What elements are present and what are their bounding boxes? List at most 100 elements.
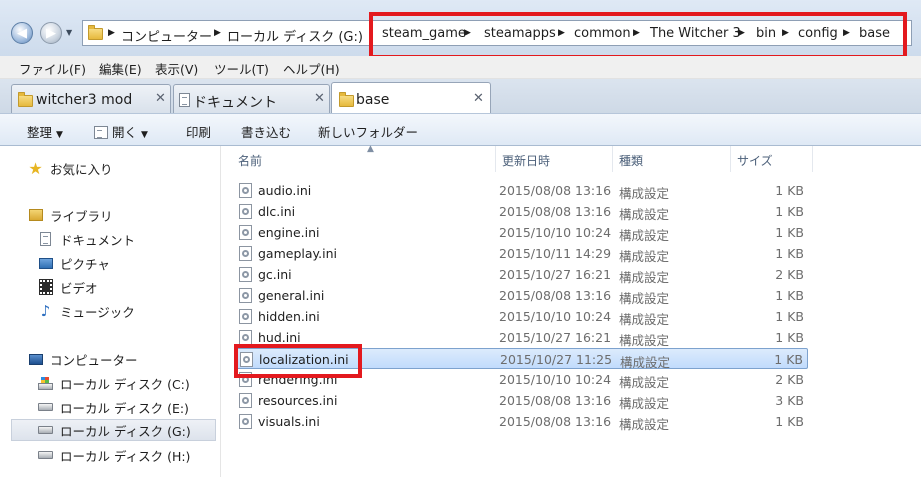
file-size: 1 KB <box>775 309 804 324</box>
breadcrumb-computer[interactable]: コンピューター <box>121 26 212 45</box>
column-header-size[interactable]: サイズ <box>731 146 813 172</box>
file-row[interactable]: hidden.ini 2015/10/10 10:24 構成設定 1 KB <box>234 306 808 327</box>
file-date: 2015/08/08 13:16 <box>499 204 612 219</box>
column-header-name[interactable]: 名前 ▲ <box>232 144 496 172</box>
nav-videos[interactable]: ビデオ <box>37 276 98 298</box>
system-drive-icon <box>37 375 54 391</box>
file-size: 1 KB <box>775 183 804 198</box>
file-date: 2015/10/27 16:21 <box>499 267 612 282</box>
tab-documents[interactable]: ドキュメント ✕ <box>173 84 330 113</box>
nav-label: ミュージック <box>60 304 135 320</box>
file-type: 構成設定 <box>619 249 670 264</box>
nav-documents[interactable]: ドキュメント <box>37 228 135 250</box>
organize-label: 整理 <box>27 125 53 140</box>
file-date: 2015/10/10 10:24 <box>499 372 612 387</box>
file-row[interactable]: audio.ini 2015/08/08 13:16 構成設定 1 KB <box>234 180 808 201</box>
column-header-type[interactable]: 種類 <box>613 146 731 172</box>
file-row[interactable]: visuals.ini 2015/08/08 13:16 構成設定 1 KB <box>234 411 808 432</box>
nav-drive-g[interactable]: ローカル ディスク (G:) <box>11 419 216 441</box>
menu-view[interactable]: 表示(V) <box>155 59 198 78</box>
file-type: 構成設定 <box>619 333 670 348</box>
new-folder-button[interactable]: 新しいフォルダー <box>318 122 418 141</box>
recent-pages-button[interactable]: ▼ <box>66 28 72 37</box>
navigation-pane: ★ お気に入り ライブラリ ドキュメント ピクチャ ビデオ ♪ ミュージック コ… <box>0 146 221 477</box>
open-icon <box>94 126 108 139</box>
config-file-icon <box>239 393 252 408</box>
file-highlight-box <box>234 344 362 378</box>
config-file-icon <box>239 309 252 324</box>
breadcrumb-drive-g[interactable]: ローカル ディスク (G:) <box>227 26 363 45</box>
arrow-left-icon: ◀ <box>17 25 27 41</box>
column-header-date[interactable]: 更新日時 <box>496 146 613 172</box>
nav-computer[interactable]: コンピューター <box>27 348 138 370</box>
video-icon <box>37 279 54 295</box>
nav-drive-c[interactable]: ローカル ディスク (C:) <box>37 372 190 394</box>
breadcrumb-separator-icon[interactable]: ▶ <box>108 28 115 38</box>
organize-button[interactable]: 整理 ▼ <box>27 122 63 141</box>
config-file-icon <box>239 330 252 345</box>
file-name: hud.ini <box>258 330 301 345</box>
nav-label: ビデオ <box>60 280 98 296</box>
file-size: 1 KB <box>775 225 804 240</box>
file-name: audio.ini <box>258 183 312 198</box>
tab-witcher3-mod[interactable]: witcher3 mod ✕ <box>11 84 171 113</box>
open-button[interactable]: 開く ▼ <box>94 122 148 141</box>
arrow-right-icon: ▶ <box>46 25 56 41</box>
menu-edit[interactable]: 編集(E) <box>99 59 142 78</box>
file-date: 2015/08/08 13:16 <box>499 393 612 408</box>
file-size: 1 KB <box>775 204 804 219</box>
file-size: 1 KB <box>775 330 804 345</box>
file-name: dlc.ini <box>258 204 296 219</box>
file-size: 3 KB <box>775 393 804 408</box>
burn-button[interactable]: 書き込む <box>241 122 291 141</box>
file-row[interactable]: dlc.ini 2015/08/08 13:16 構成設定 1 KB <box>234 201 808 222</box>
file-row[interactable]: resources.ini 2015/08/08 13:16 構成設定 3 KB <box>234 390 808 411</box>
document-icon <box>37 231 54 247</box>
file-row[interactable]: engine.ini 2015/10/10 10:24 構成設定 1 KB <box>234 222 808 243</box>
print-button[interactable]: 印刷 <box>186 122 211 141</box>
file-size: 2 KB <box>775 372 804 387</box>
config-file-icon <box>239 204 252 219</box>
menu-bar: ファイル(F) 編集(E) 表示(V) ツール(T) ヘルプ(H) <box>0 56 921 79</box>
close-icon[interactable]: ✕ <box>473 91 484 106</box>
nav-drive-e[interactable]: ローカル ディスク (E:) <box>37 396 189 418</box>
file-name: general.ini <box>258 288 325 303</box>
file-date: 2015/08/08 13:16 <box>499 414 612 429</box>
config-file-icon <box>239 414 252 429</box>
nav-label: ローカル ディスク (C:) <box>60 376 190 392</box>
breadcrumb-separator-icon[interactable]: ▶ <box>214 28 221 38</box>
close-icon[interactable]: ✕ <box>314 91 325 106</box>
tab-base[interactable]: base ✕ <box>331 82 491 113</box>
nav-drive-h[interactable]: ローカル ディスク (H:) <box>37 444 190 466</box>
close-icon[interactable]: ✕ <box>155 91 166 106</box>
menu-file[interactable]: ファイル(F) <box>19 59 86 78</box>
nav-label: ライブラリ <box>50 208 113 224</box>
config-file-icon <box>239 288 252 303</box>
file-name: gc.ini <box>258 267 292 282</box>
nav-music[interactable]: ♪ ミュージック <box>37 300 135 322</box>
folder-icon <box>88 25 103 40</box>
address-highlight-box <box>369 12 907 59</box>
folder-icon <box>18 92 33 107</box>
file-row[interactable]: gameplay.ini 2015/10/11 14:29 構成設定 1 KB <box>234 243 808 264</box>
computer-icon <box>27 351 44 367</box>
forward-button[interactable]: ▶ <box>40 22 62 44</box>
file-type: 構成設定 <box>619 228 670 243</box>
nav-pictures[interactable]: ピクチャ <box>37 252 110 274</box>
nav-libraries[interactable]: ライブラリ <box>27 204 113 226</box>
back-button[interactable]: ◀ <box>11 22 33 44</box>
file-type: 構成設定 <box>619 417 670 432</box>
file-size: 1 KB <box>774 352 803 367</box>
pictures-icon <box>37 255 54 271</box>
file-date: 2015/10/11 14:29 <box>499 246 612 261</box>
file-row[interactable]: gc.ini 2015/10/27 16:21 構成設定 2 KB <box>234 264 808 285</box>
file-name: resources.ini <box>258 393 338 408</box>
nav-favorites[interactable]: ★ お気に入り <box>27 157 113 179</box>
file-size: 1 KB <box>775 414 804 429</box>
file-row[interactable]: general.ini 2015/08/08 13:16 構成設定 1 KB <box>234 285 808 306</box>
menu-tools[interactable]: ツール(T) <box>214 59 269 78</box>
file-type: 構成設定 <box>619 312 670 327</box>
nav-label: お気に入り <box>50 161 113 177</box>
menu-help[interactable]: ヘルプ(H) <box>283 59 340 78</box>
config-file-icon <box>239 225 252 240</box>
